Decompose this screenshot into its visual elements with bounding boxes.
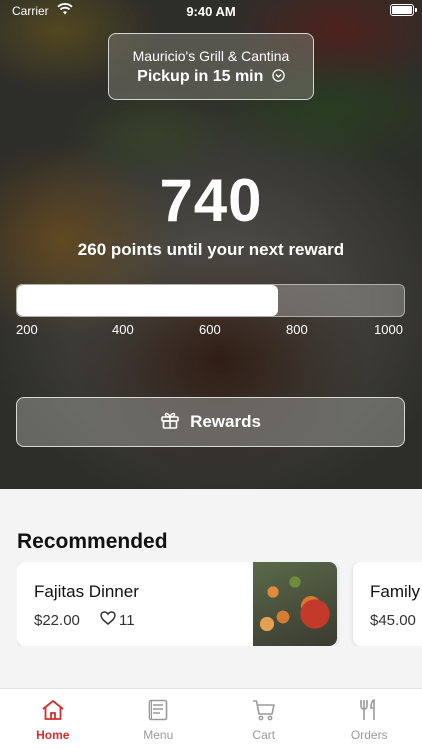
tab-label: Menu bbox=[143, 728, 174, 742]
chevron-down-icon bbox=[272, 69, 285, 87]
tab-cart[interactable]: Cart bbox=[211, 689, 317, 750]
item-price: $22.00 bbox=[34, 612, 80, 629]
rewards-progress-bar bbox=[16, 284, 405, 317]
rewards-button[interactable]: Rewards bbox=[16, 397, 405, 447]
rewards-button-label: Rewards bbox=[190, 412, 261, 431]
tab-label: Orders bbox=[350, 728, 388, 742]
tab-menu[interactable]: Menu bbox=[106, 689, 212, 750]
progress-tick: 400 bbox=[112, 322, 134, 337]
tab-bar: Home Menu Cart Orders bbox=[0, 688, 422, 750]
recommended-carousel[interactable]: Fajitas Dinner $22.00 11 Family $45.00 bbox=[17, 562, 422, 646]
points-until-reward: 260 points until your next reward bbox=[77, 240, 345, 259]
battery-icon bbox=[390, 4, 417, 16]
status-time: 9:40 AM bbox=[186, 4, 236, 19]
pickup-time: Pickup in 15 min bbox=[109, 68, 313, 87]
item-price: $45.00 bbox=[370, 612, 416, 629]
progress-tick: 600 bbox=[199, 322, 221, 337]
tab-label: Home bbox=[36, 728, 70, 742]
location-selector[interactable]: Mauricio's Grill & Cantina Pickup in 15 … bbox=[108, 33, 314, 100]
favorites-number: 11 bbox=[119, 611, 135, 629]
rewards-progress-fill bbox=[17, 285, 279, 316]
progress-tick: 1000 bbox=[374, 322, 403, 337]
progress-tick: 800 bbox=[286, 322, 308, 337]
favorites-count[interactable]: 11 bbox=[100, 611, 135, 629]
pickup-label: Pickup in 15 min bbox=[137, 68, 264, 85]
progress-tick: 200 bbox=[16, 322, 38, 337]
recommended-item-card[interactable]: Family $45.00 bbox=[353, 562, 422, 646]
tab-orders[interactable]: Orders bbox=[317, 689, 422, 750]
points-balance: 740 bbox=[159, 167, 263, 234]
recommended-item-card[interactable]: Fajitas Dinner $22.00 11 bbox=[17, 562, 337, 646]
rewards-hero: Carrier 9:40 AM Mauricio's Grill & Canti… bbox=[0, 0, 422, 489]
gift-icon bbox=[160, 410, 190, 435]
fajitas-dinner-photo bbox=[253, 562, 337, 646]
status-bar: Carrier 9:40 AM bbox=[0, 0, 422, 24]
item-name: Family bbox=[370, 582, 421, 601]
recommended-heading: Recommended bbox=[17, 530, 168, 553]
heart-icon bbox=[100, 611, 119, 629]
restaurant-name: Mauricio's Grill & Cantina bbox=[132, 48, 290, 64]
item-name: Fajitas Dinner bbox=[34, 582, 139, 601]
tab-label: Cart bbox=[252, 728, 276, 742]
tab-home[interactable]: Home bbox=[0, 689, 106, 750]
